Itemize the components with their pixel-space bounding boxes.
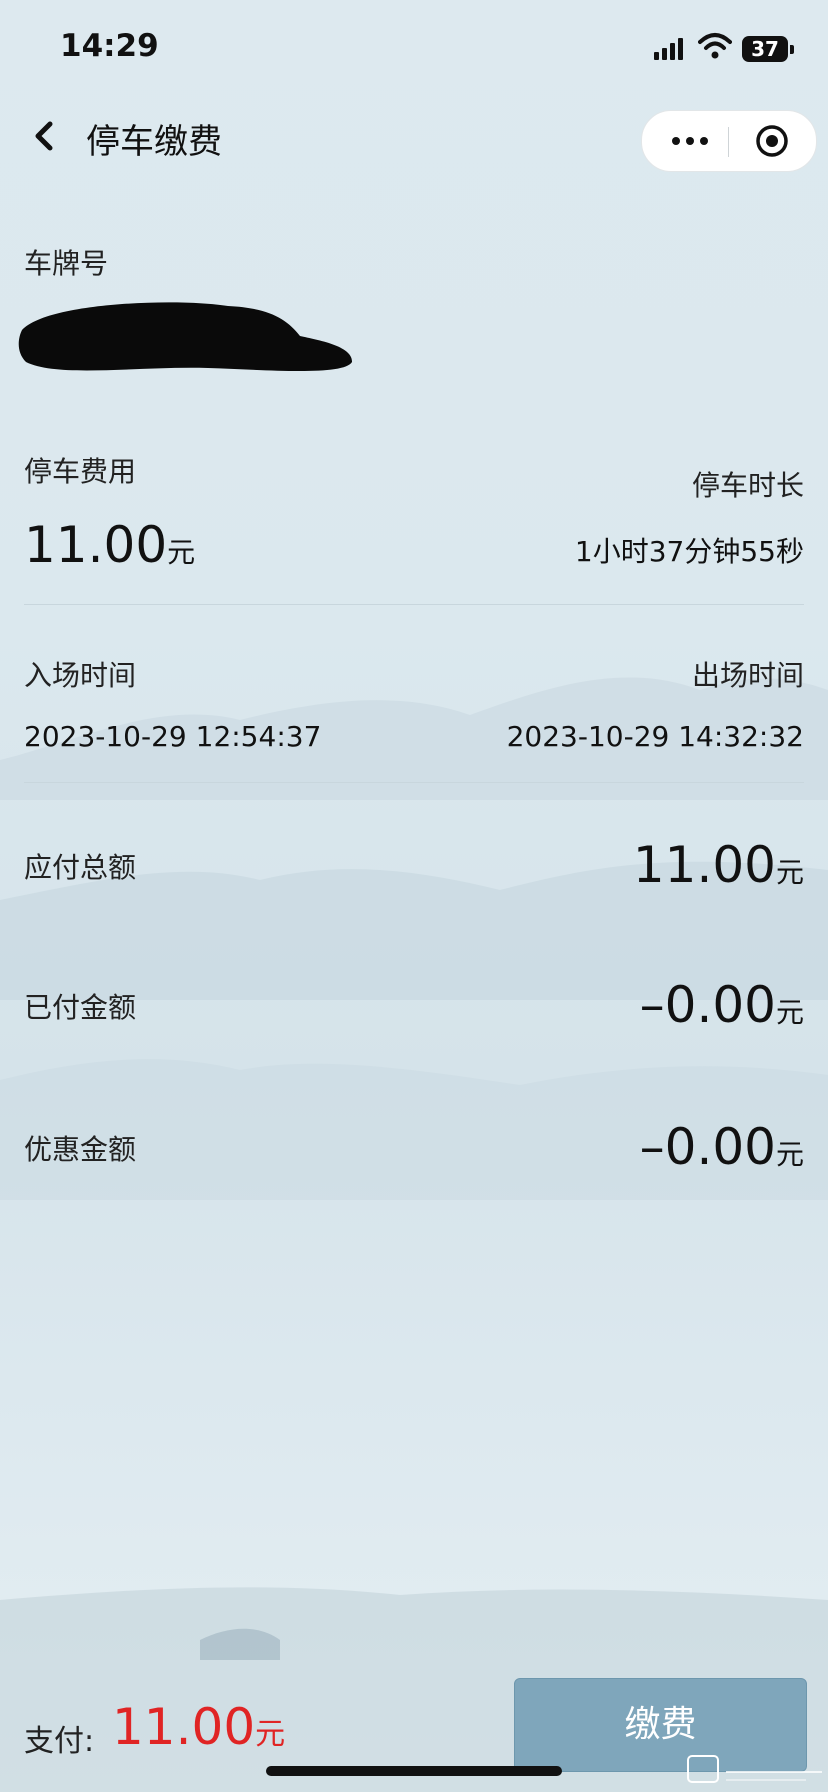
payable-unit: 元 bbox=[775, 856, 804, 889]
page-title: 停车缴费 bbox=[86, 122, 222, 162]
parking-fee-amount: 11.00元 bbox=[24, 516, 195, 574]
parking-fee-value: 11.00 bbox=[24, 516, 168, 574]
paid-unit: 元 bbox=[775, 996, 804, 1029]
pay-amount-unit: 元 bbox=[255, 1717, 286, 1752]
close-miniprogram-icon[interactable] bbox=[754, 123, 790, 159]
exit-time-value: 2023-10-29 14:32:32 bbox=[506, 720, 804, 753]
section-divider bbox=[24, 604, 804, 605]
paid-value: –0.00 bbox=[639, 976, 776, 1034]
watermark-logo bbox=[687, 1755, 822, 1783]
payable-value: 11.00 bbox=[632, 836, 776, 894]
home-indicator[interactable] bbox=[266, 1766, 562, 1776]
discount-label: 优惠金额 bbox=[24, 1133, 137, 1166]
payable-label: 应付总额 bbox=[24, 851, 137, 884]
battery-tip bbox=[790, 45, 794, 54]
duration-label: 停车时长 bbox=[691, 469, 804, 502]
section-divider bbox=[24, 782, 804, 783]
nav-bar: 停车缴费 bbox=[0, 96, 828, 176]
duration-value: 1小时37分钟55秒 bbox=[574, 535, 804, 568]
pay-label: 支付: bbox=[24, 1724, 95, 1759]
plate-label: 车牌号 bbox=[24, 247, 109, 280]
discount-value: –0.00 bbox=[639, 1118, 776, 1176]
paid-amount: –0.00元 bbox=[640, 976, 804, 1034]
status-bar: 14:29 37 bbox=[0, 0, 828, 96]
wifi-icon bbox=[698, 33, 732, 59]
paid-label: 已付金额 bbox=[24, 991, 137, 1024]
pay-amount: 11.00元 bbox=[112, 1698, 285, 1756]
entry-time-label: 入场时间 bbox=[24, 659, 137, 692]
parking-fee-label: 停车费用 bbox=[24, 455, 137, 488]
back-chevron-icon[interactable] bbox=[28, 116, 62, 156]
parking-fee-unit: 元 bbox=[167, 536, 196, 569]
pay-amount-value: 11.00 bbox=[112, 1698, 256, 1756]
more-options-icon[interactable] bbox=[672, 131, 718, 151]
discount-amount: –0.00元 bbox=[640, 1118, 804, 1176]
battery-level: 37 bbox=[751, 37, 779, 61]
mini-program-capsule bbox=[641, 110, 817, 172]
entry-time-value: 2023-10-29 12:54:37 bbox=[24, 720, 322, 753]
status-time: 14:29 bbox=[60, 28, 159, 64]
exit-time-label: 出场时间 bbox=[691, 659, 804, 692]
payable-amount: 11.00元 bbox=[633, 836, 804, 894]
discount-unit: 元 bbox=[775, 1138, 804, 1171]
battery-icon: 37 bbox=[742, 36, 788, 62]
background-landscape bbox=[0, 677, 828, 1792]
cellular-signal-icon bbox=[654, 38, 684, 60]
capsule-divider bbox=[728, 127, 729, 157]
plate-number-redacted bbox=[18, 302, 353, 371]
